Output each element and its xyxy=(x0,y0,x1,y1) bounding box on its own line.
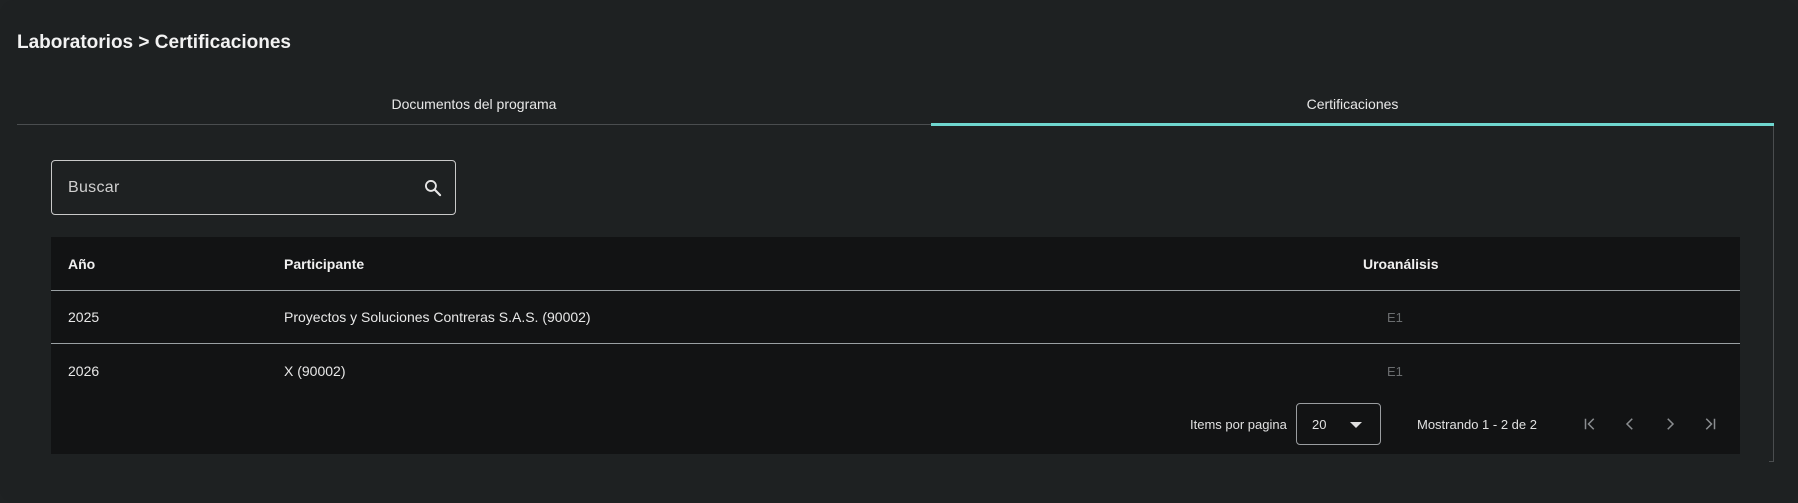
certifications-table: Año Participante Uroanálisis 2025 Proyec… xyxy=(51,237,1740,454)
uro-link[interactable]: E1 xyxy=(1387,364,1403,379)
table-row[interactable]: 2026 X (90002) E1 xyxy=(51,344,1740,397)
active-tab-indicator xyxy=(931,123,1774,126)
search-input[interactable] xyxy=(52,161,411,214)
column-header-year[interactable]: Año xyxy=(51,256,284,272)
next-page-icon[interactable] xyxy=(1658,412,1682,436)
range-label: Mostrando 1 - 2 de 2 xyxy=(1417,416,1537,432)
breadcrumb: Laboratorios > Certificaciones xyxy=(17,32,291,53)
dropdown-caret-icon xyxy=(1350,422,1362,428)
first-page-icon[interactable] xyxy=(1578,412,1602,436)
last-page-icon[interactable] xyxy=(1698,412,1722,436)
certifications-card: Laboratorios > Certificaciones Documento… xyxy=(0,0,1798,503)
cell-participant: Proyectos y Soluciones Contreras S.A.S. … xyxy=(284,309,591,325)
tab-bar: Documentos del programa Certificaciones xyxy=(17,84,1774,126)
page-size-value: 20 xyxy=(1312,416,1327,432)
tab-certificaciones[interactable]: Certificaciones xyxy=(931,84,1774,126)
cell-year: 2026 xyxy=(68,362,100,379)
tab-label: Certificaciones xyxy=(1306,96,1399,112)
search-field[interactable] xyxy=(51,160,456,215)
search-icon[interactable] xyxy=(411,161,455,214)
uro-link[interactable]: E1 xyxy=(1387,310,1403,325)
previous-page-icon[interactable] xyxy=(1618,412,1642,436)
cell-participant: X (90002) xyxy=(284,362,346,379)
tab-documentos-del-programa[interactable]: Documentos del programa xyxy=(17,84,931,124)
tab-panel-border xyxy=(1769,126,1774,462)
table-header-row: Año Participante Uroanálisis xyxy=(51,237,1740,291)
cell-year: 2025 xyxy=(68,309,100,325)
cell-uroanalisis: E1 xyxy=(1363,363,1740,379)
page-size-select[interactable]: 20 xyxy=(1296,403,1381,445)
column-header-uroanalisis[interactable]: Uroanálisis xyxy=(1363,256,1740,272)
table-row[interactable]: 2025 Proyectos y Soluciones Contreras S.… xyxy=(51,291,1740,344)
cell-uroanalisis: E1 xyxy=(1363,309,1740,325)
tab-label: Documentos del programa xyxy=(391,96,557,112)
column-header-participant[interactable]: Participante xyxy=(284,256,1363,272)
items-per-page-label: Items por pagina xyxy=(1190,416,1287,432)
paginator: Items por pagina 20 Mostrando 1 - 2 de 2 xyxy=(51,396,1740,452)
